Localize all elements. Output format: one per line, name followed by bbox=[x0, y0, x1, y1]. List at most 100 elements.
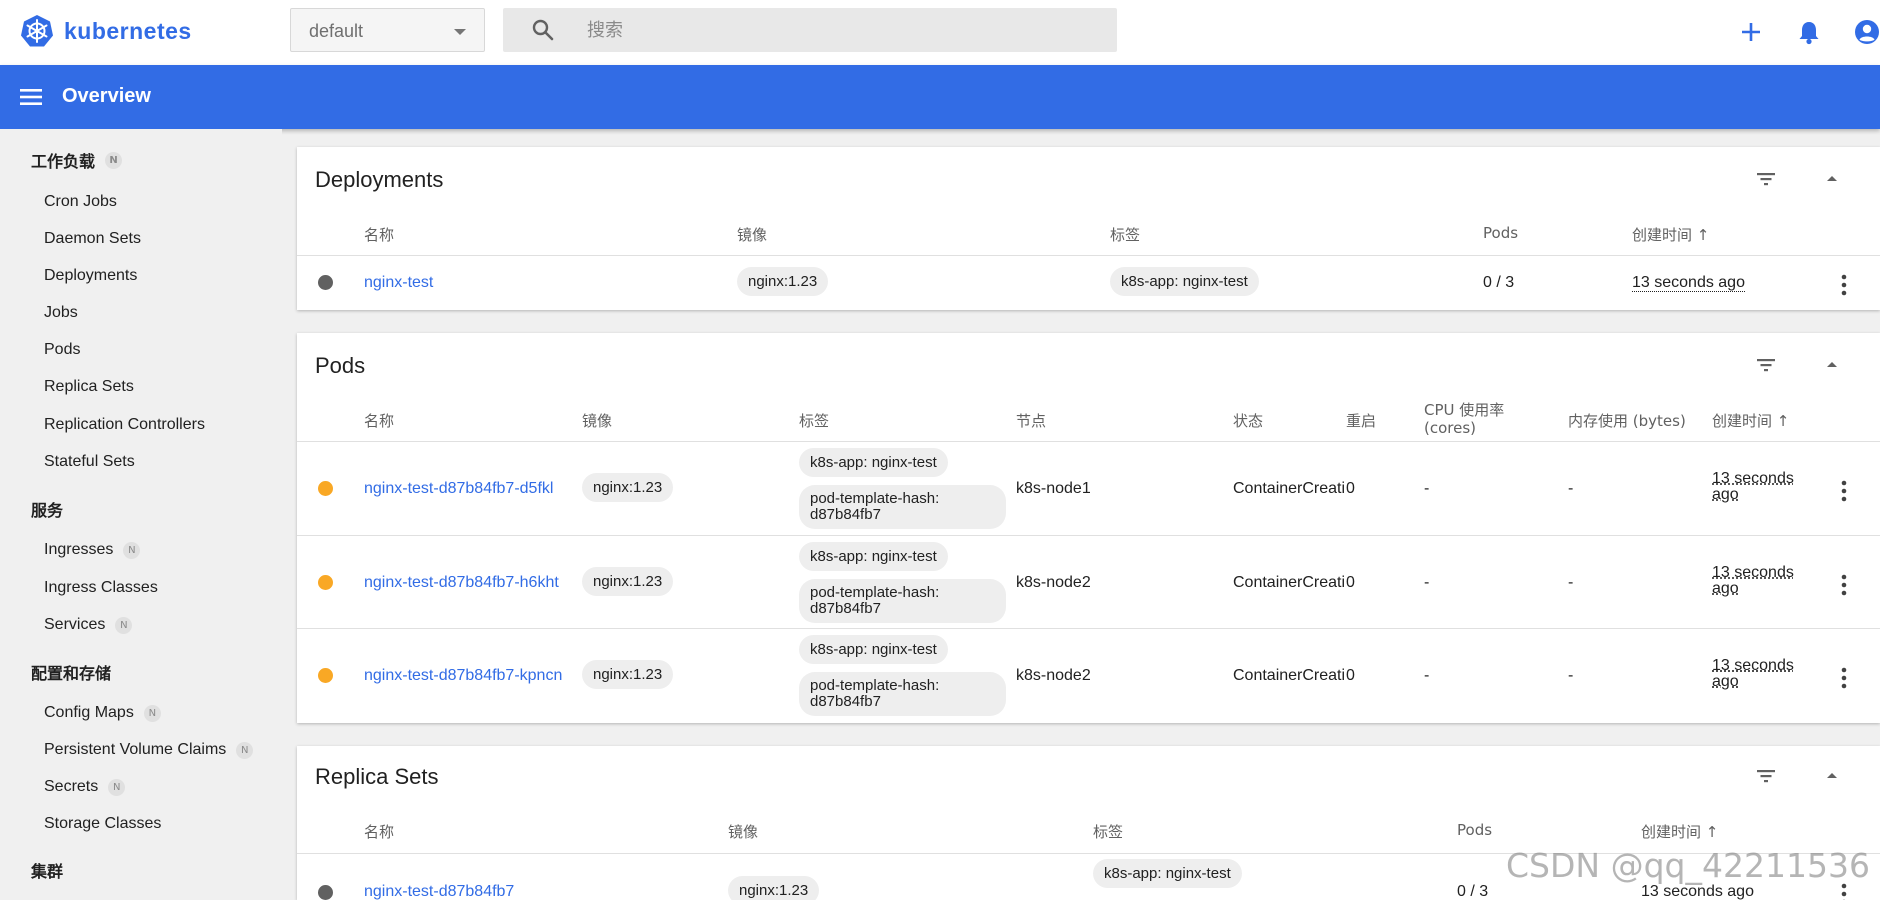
column-header-created[interactable]: 创建时间 ↑ bbox=[1712, 410, 1789, 431]
sidebar-item-label: Replica Sets bbox=[44, 378, 134, 395]
sidebar-heading-services[interactable]: 服务 bbox=[31, 497, 63, 521]
menu-hamburger-icon[interactable] bbox=[18, 85, 44, 109]
kubernetes-wheel-icon bbox=[21, 15, 53, 47]
column-header-labels: 标签 bbox=[799, 412, 830, 430]
column-header-labels: 标签 bbox=[1110, 226, 1141, 244]
image-chip: nginx:1.23 bbox=[582, 660, 674, 689]
filter-icon[interactable] bbox=[1754, 167, 1778, 191]
sidebar-item-ingress-classes[interactable]: Ingress Classes bbox=[44, 579, 158, 597]
sidebar-item-pods[interactable]: Pods bbox=[44, 341, 80, 359]
collapse-arrow-icon[interactable] bbox=[1820, 167, 1844, 191]
search-bar[interactable] bbox=[503, 8, 1117, 52]
sidebar-item-label: Services bbox=[44, 616, 106, 633]
more-actions-icon[interactable] bbox=[1841, 883, 1847, 900]
replica-set-name-link[interactable]: nginx-test-d87b84fb7 bbox=[364, 883, 514, 900]
column-header-name[interactable]: 名称 bbox=[364, 224, 394, 245]
more-actions-icon[interactable] bbox=[1841, 667, 1847, 689]
deployment-name-link[interactable]: nginx-test bbox=[364, 274, 433, 292]
sidebar-heading-label: 配置和存储 bbox=[31, 664, 112, 683]
sidebar-item-cron-jobs[interactable]: Cron Jobs bbox=[44, 193, 117, 211]
search-input[interactable] bbox=[587, 16, 1087, 44]
app-name: kubernetes bbox=[64, 17, 192, 44]
sidebar-heading-config-storage[interactable]: 配置和存储 bbox=[31, 660, 111, 684]
sidebar-item-label: Ingresses bbox=[44, 541, 114, 558]
memory-usage: - bbox=[1568, 667, 1574, 684]
cpu-usage: - bbox=[1424, 574, 1430, 591]
sidebar-item-label: Storage Classes bbox=[44, 815, 162, 832]
namespace-select[interactable]: default bbox=[290, 8, 485, 52]
column-header-name[interactable]: 名称 bbox=[364, 821, 394, 842]
collapse-arrow-icon[interactable] bbox=[1820, 353, 1844, 377]
sidebar-item-replication-controllers[interactable]: Replication Controllers bbox=[44, 416, 205, 434]
sidebar: 工作负载 N Cron Jobs Daemon Sets Deployments… bbox=[0, 129, 282, 900]
pods-card: Pods 名称 镜像 标签 节点 状态 重启 CPU 使用率 (cores) 内… bbox=[297, 333, 1880, 723]
cpu-usage: - bbox=[1424, 667, 1430, 684]
row-divider bbox=[297, 628, 1880, 629]
sidebar-item-deployments[interactable]: Deployments bbox=[44, 267, 137, 285]
sort-arrow-up-icon: ↑ bbox=[1776, 412, 1790, 430]
card-title: Replica Sets bbox=[315, 764, 439, 789]
image-chip: nginx:1.23 bbox=[582, 473, 674, 502]
sort-arrow-up-icon: ↑ bbox=[1696, 226, 1710, 244]
node-name: k8s-node2 bbox=[1016, 667, 1091, 684]
more-actions-icon[interactable] bbox=[1841, 574, 1847, 596]
pod-name-link[interactable]: nginx-test-d87b84fb7-d5fkl bbox=[364, 480, 553, 498]
image-chip: nginx:1.23 bbox=[582, 567, 674, 596]
restart-count: 0 bbox=[1346, 574, 1355, 591]
more-actions-icon[interactable] bbox=[1841, 274, 1847, 296]
sidebar-heading-cluster[interactable]: 集群 bbox=[31, 858, 63, 882]
collapse-arrow-icon[interactable] bbox=[1820, 764, 1844, 788]
node-name: k8s-node2 bbox=[1016, 574, 1091, 591]
column-header-image: 镜像 bbox=[728, 823, 759, 841]
row-divider bbox=[297, 441, 1880, 442]
column-header-image: 镜像 bbox=[582, 412, 613, 430]
namespaced-badge: N bbox=[123, 541, 141, 559]
more-actions-icon[interactable] bbox=[1841, 480, 1847, 502]
sidebar-item-replica-sets[interactable]: Replica Sets bbox=[44, 378, 134, 396]
sidebar-item-label: Jobs bbox=[44, 304, 78, 321]
column-header-created[interactable]: 创建时间 ↑ bbox=[1632, 224, 1709, 245]
column-header-image: 镜像 bbox=[737, 226, 768, 244]
sidebar-heading-label: 服务 bbox=[31, 501, 64, 520]
sidebar-item-stateful-sets[interactable]: Stateful Sets bbox=[44, 453, 135, 471]
column-header-restarts: 重启 bbox=[1346, 412, 1377, 430]
sidebar-item-jobs[interactable]: Jobs bbox=[44, 304, 78, 322]
sidebar-item-persistent-volume-claims[interactable]: Persistent Volume Claims N bbox=[44, 741, 254, 759]
status-pending-icon bbox=[318, 481, 333, 496]
sidebar-heading-label: 工作负载 bbox=[31, 152, 96, 171]
sidebar-item-label: Replication Controllers bbox=[44, 416, 205, 433]
sidebar-item-config-maps[interactable]: Config Maps N bbox=[44, 704, 161, 722]
label-chip: pod-template-hash: d87b84fb7 bbox=[799, 579, 1006, 623]
caret-down-icon bbox=[454, 29, 466, 35]
sidebar-item-services[interactable]: Services N bbox=[44, 616, 133, 634]
column-header-labels: 标签 bbox=[1093, 823, 1124, 841]
namespaced-badge: N bbox=[105, 151, 123, 169]
sidebar-item-ingresses[interactable]: Ingresses N bbox=[44, 541, 141, 559]
top-bar: kubernetes default bbox=[0, 0, 1880, 65]
sidebar-item-label: Stateful Sets bbox=[44, 453, 135, 470]
page-header: Overview bbox=[0, 65, 1880, 129]
sidebar-item-daemon-sets[interactable]: Daemon Sets bbox=[44, 230, 141, 248]
create-plus-icon[interactable] bbox=[1737, 18, 1765, 46]
filter-icon[interactable] bbox=[1754, 353, 1778, 377]
sidebar-item-secrets[interactable]: Secrets N bbox=[44, 778, 126, 796]
account-icon[interactable] bbox=[1853, 18, 1880, 46]
pod-name-link[interactable]: nginx-test-d87b84fb7-kpncn bbox=[364, 667, 562, 685]
created-age: 13 seconds ago bbox=[1632, 274, 1745, 292]
sidebar-item-storage-classes[interactable]: Storage Classes bbox=[44, 815, 161, 833]
column-header-created[interactable]: 创建时间 ↑ bbox=[1641, 821, 1718, 842]
sidebar-heading-workloads[interactable]: 工作负载 N bbox=[31, 148, 123, 172]
notifications-bell-icon[interactable] bbox=[1795, 18, 1823, 46]
column-header-pods: Pods bbox=[1457, 821, 1493, 839]
row-divider bbox=[297, 535, 1880, 536]
sidebar-item-label: Deployments bbox=[44, 267, 138, 284]
image-chip: nginx:1.23 bbox=[737, 267, 829, 296]
kubernetes-logo[interactable]: kubernetes bbox=[20, 14, 192, 48]
column-header-name[interactable]: 名称 bbox=[364, 410, 394, 431]
label-chip: k8s-app: nginx-test bbox=[1093, 859, 1242, 888]
pod-name-link[interactable]: nginx-test-d87b84fb7-h6kht bbox=[364, 574, 559, 592]
memory-usage: - bbox=[1568, 574, 1574, 591]
restart-count: 0 bbox=[1346, 667, 1355, 684]
filter-icon[interactable] bbox=[1754, 764, 1778, 788]
image-chip: nginx:1.23 bbox=[728, 876, 820, 900]
